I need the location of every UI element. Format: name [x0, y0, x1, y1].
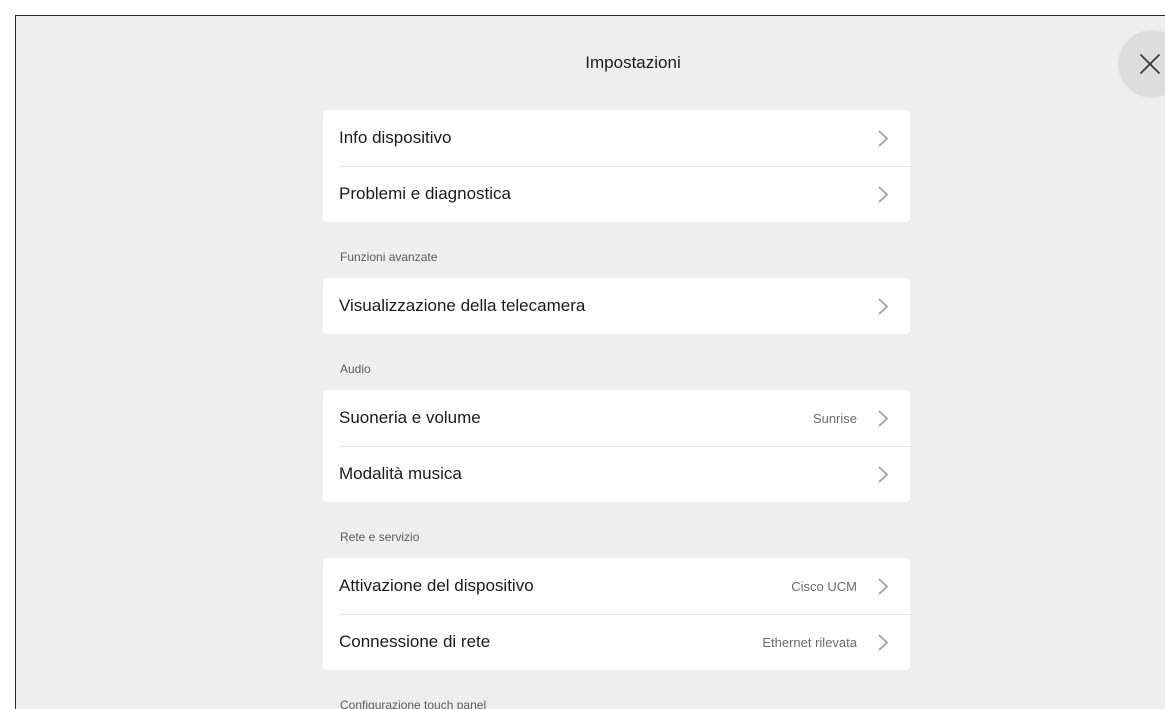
close-button[interactable]	[1118, 30, 1165, 98]
section-label-rete-servizio: Rete e servizio	[340, 530, 420, 544]
chevron-right-icon	[878, 186, 888, 203]
chevron-right-icon	[878, 298, 888, 315]
settings-item-suoneria-volume[interactable]: Suoneria e volume Sunrise	[323, 390, 910, 446]
chevron-right-icon	[878, 634, 888, 651]
settings-item-connessione-rete[interactable]: Connessione di rete Ethernet rilevata	[323, 614, 910, 670]
settings-item-value: Sunrise	[812, 410, 857, 426]
settings-card-general: Info dispositivo Problemi e diagnostica	[323, 110, 910, 222]
settings-item-visualizzazione-telecamera[interactable]: Visualizzazione della telecamera	[323, 278, 910, 334]
settings-card-network: Attivazione del dispositivo Cisco UCM Co…	[323, 558, 910, 670]
page-title: Impostazioni	[585, 53, 681, 72]
settings-item-value: Ethernet rilevata	[762, 634, 857, 650]
settings-item-value: Cisco UCM	[791, 578, 857, 594]
section-label-audio: Audio	[340, 362, 371, 376]
settings-item-label: Attivazione del dispositivo	[339, 576, 534, 595]
settings-panel: Impostazioni Info dispositivo Problemi e…	[15, 15, 1165, 709]
settings-card-audio: Suoneria e volume Sunrise Modalità music…	[323, 390, 910, 502]
settings-item-attivazione-dispositivo[interactable]: Attivazione del dispositivo Cisco UCM	[323, 558, 910, 614]
settings-list: Info dispositivo Problemi e diagnostica …	[323, 110, 910, 709]
settings-item-modalita-musica[interactable]: Modalità musica	[323, 446, 910, 502]
section-label-configurazione-touch-panel: Configurazione touch panel	[340, 698, 487, 709]
settings-item-label: Info dispositivo	[339, 128, 452, 147]
settings-item-label: Problemi e diagnostica	[339, 184, 511, 203]
settings-item-label: Visualizzazione della telecamera	[339, 296, 586, 315]
settings-item-label: Connessione di rete	[339, 632, 491, 651]
chevron-right-icon	[878, 466, 888, 483]
chevron-right-icon	[878, 578, 888, 595]
chevron-right-icon	[878, 130, 888, 147]
settings-item-problemi-diagnostica[interactable]: Problemi e diagnostica	[323, 166, 910, 222]
settings-item-label: Modalità musica	[339, 464, 462, 483]
chevron-right-icon	[878, 410, 888, 427]
settings-card-advanced: Visualizzazione della telecamera	[323, 278, 910, 334]
section-label-funzioni-avanzate: Funzioni avanzate	[340, 250, 438, 264]
close-icon	[1140, 54, 1160, 74]
settings-item-label: Suoneria e volume	[339, 408, 481, 427]
settings-item-info-dispositivo[interactable]: Info dispositivo	[323, 110, 910, 166]
